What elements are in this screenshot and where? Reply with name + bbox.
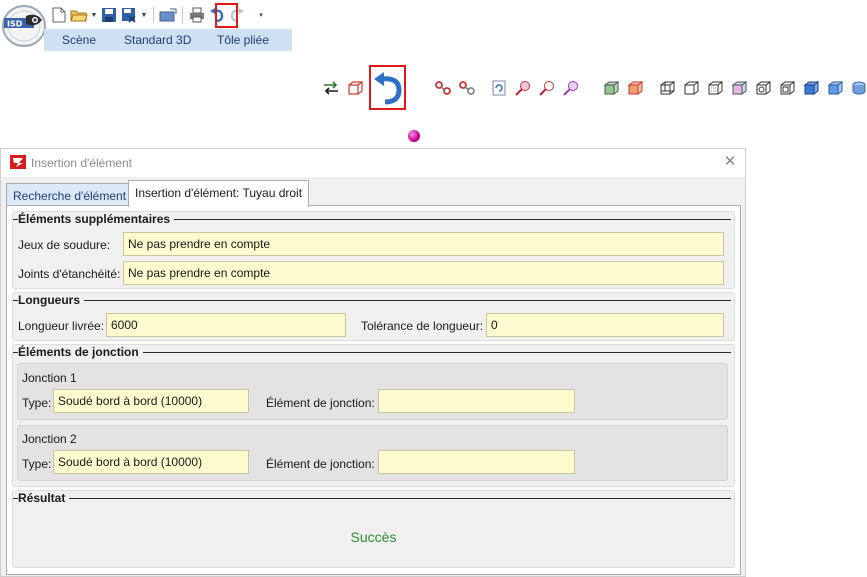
tab-element-insertion[interactable]: Insertion d'élément: Tuyau droit <box>128 180 310 207</box>
scene-marker-point <box>408 130 420 142</box>
group-junction-elements: Éléments de jonction Jonction 1 Type: So… <box>12 344 735 487</box>
save-dropdown-icon[interactable]: ▼ <box>140 6 148 24</box>
legend-junction-elements: Éléments de jonction <box>18 345 143 359</box>
open-folder-icon[interactable] <box>70 6 88 24</box>
svg-text:ISD: ISD <box>7 20 23 29</box>
customize-toolbar-icon[interactable]: ▾ <box>257 6 265 24</box>
delivered-length-label: Longueur livrée: <box>18 319 105 333</box>
cube-hidden-lines-icon[interactable] <box>682 79 700 97</box>
undo-large-icon <box>373 71 402 104</box>
tab-scene[interactable]: Scène <box>62 33 96 47</box>
undo-highlight-frame <box>215 3 238 28</box>
cube-wireframe-icon[interactable] <box>658 79 676 97</box>
tab-panel: Éléments supplémentaires Jeux de soudure… <box>6 205 741 575</box>
tab-tole-pliee[interactable]: Tôle pliée <box>217 33 269 47</box>
group-result: Résultat Succès <box>12 490 735 568</box>
junction-2-title: Jonction 2 <box>22 432 77 446</box>
open-dropdown-icon[interactable]: ▼ <box>90 6 98 24</box>
junction-1-type-field[interactable]: Soudé bord à bord (10000) <box>53 389 249 413</box>
link-gray-icon[interactable] <box>458 79 476 97</box>
cylinder-icon[interactable] <box>850 79 867 97</box>
tab-standard-3d[interactable]: Standard 3D <box>124 33 191 47</box>
cube-hl-alt-icon[interactable] <box>778 79 796 97</box>
cube-dashed-icon[interactable] <box>706 79 724 97</box>
junction-1-element-field[interactable] <box>378 389 575 413</box>
length-tolerance-label: Tolérance de longueur: <box>361 319 484 333</box>
cube-green-icon[interactable] <box>602 79 620 97</box>
import-icon[interactable] <box>159 6 177 24</box>
seals-label: Joints d'étanchéité: <box>18 267 121 281</box>
dialog-title: Insertion d'élément <box>31 156 133 170</box>
new-document-icon[interactable] <box>50 6 68 24</box>
junction-2-type-field[interactable]: Soudé bord à bord (10000) <box>53 450 249 474</box>
link-red-icon[interactable] <box>434 79 452 97</box>
delivered-length-field[interactable]: 6000 <box>106 313 346 337</box>
legend-lengths: Longueurs <box>18 293 84 307</box>
divider <box>13 498 731 499</box>
junction-2-type-label: Type: <box>22 457 52 471</box>
length-tolerance-field[interactable]: 0 <box>486 313 724 337</box>
save-icon[interactable] <box>100 6 118 24</box>
junction-1-element-label: Élément de jonction: <box>266 396 375 410</box>
cube-light-blue-icon[interactable] <box>826 79 844 97</box>
dialog-app-icon <box>10 155 26 169</box>
group-extra-elements: Éléments supplémentaires Jeux de soudure… <box>12 211 735 289</box>
toolbar-separator <box>153 7 154 23</box>
ribbon-tab-bar: Scène Standard 3D Tôle pliée <box>44 29 292 51</box>
seals-field[interactable]: Ne pas prendre en compte <box>123 261 724 285</box>
cube-orange-icon[interactable] <box>626 79 644 97</box>
cube-blue-icon[interactable] <box>802 79 820 97</box>
weld-gaps-label: Jeux de soudure: <box>18 238 111 252</box>
legend-extra-elements: Éléments supplémentaires <box>18 212 175 226</box>
undo-large-button[interactable] <box>369 65 406 110</box>
tab-element-search[interactable]: Recherche d'élément <box>6 183 134 205</box>
junction-1-type-label: Type: <box>22 396 52 410</box>
group-lengths: Longueurs Longueur livrée: 6000 Toléranc… <box>12 292 735 341</box>
app-logo[interactable]: ISD <box>0 2 50 48</box>
weld-gaps-field[interactable]: Ne pas prendre en compte <box>123 232 724 256</box>
swap-arrows-icon[interactable] <box>322 79 340 97</box>
zoom-all-icon[interactable] <box>562 79 580 97</box>
zoom-in-icon[interactable] <box>514 79 532 97</box>
junction-1-panel: Jonction 1 Type: Soudé bord à bord (1000… <box>17 363 728 420</box>
cube-shaded-pink-icon[interactable] <box>730 79 748 97</box>
toolbar-separator <box>182 7 183 23</box>
cube-outline-red-icon[interactable] <box>346 79 364 97</box>
refresh-page-icon[interactable] <box>490 79 508 97</box>
print-icon[interactable] <box>188 6 206 24</box>
dialog-title-bar: Insertion d'élément ✕ <box>1 149 745 177</box>
junction-2-element-label: Élément de jonction: <box>266 457 375 471</box>
junction-2-element-field[interactable] <box>378 450 575 474</box>
legend-result: Résultat <box>18 491 70 505</box>
toolbar-spacer <box>251 7 252 23</box>
zoom-window-icon[interactable] <box>538 79 556 97</box>
save-as-icon[interactable] <box>120 6 138 24</box>
close-icon[interactable]: ✕ <box>721 153 739 171</box>
insert-element-dialog: Insertion d'élément ✕ Recherche d'élémen… <box>0 148 746 577</box>
cube-hl-icon[interactable] <box>754 79 772 97</box>
junction-2-panel: Jonction 2 Type: Soudé bord à bord (1000… <box>17 425 728 481</box>
junction-1-title: Jonction 1 <box>22 371 77 385</box>
result-status: Succès <box>350 529 397 545</box>
divider <box>13 300 731 301</box>
